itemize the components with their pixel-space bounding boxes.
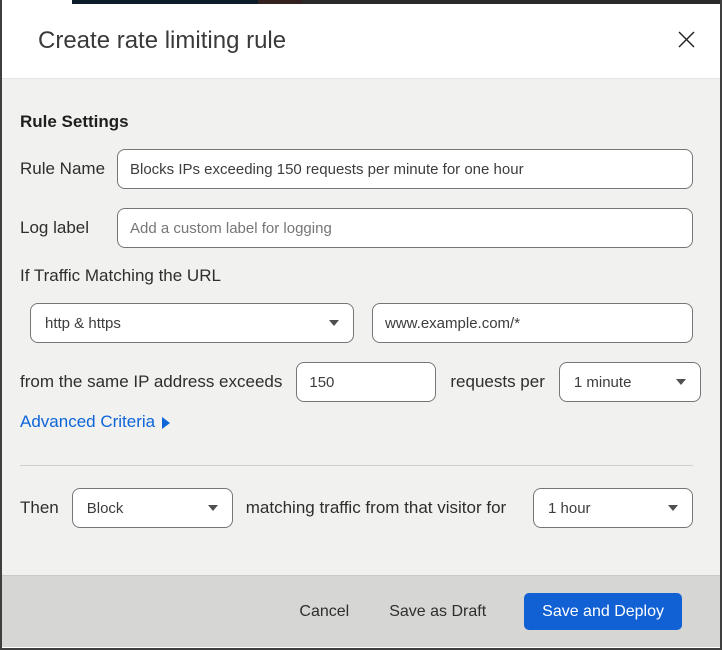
request-threshold-input[interactable]: [296, 362, 437, 402]
duration-select[interactable]: 1 hour: [533, 488, 693, 528]
page-title: Create rate limiting rule: [38, 27, 287, 54]
background-sliver-navy: [72, 0, 258, 4]
create-rate-limiting-rule-modal: Create rate limiting rule Rule Settings …: [0, 0, 722, 650]
threshold-text-after: requests per: [450, 372, 545, 391]
action-row: Then Block matching traffic from that vi…: [20, 488, 693, 528]
threshold-row: from the same IP address exceeds request…: [20, 362, 701, 402]
rule-name-label: Rule Name: [20, 159, 106, 178]
close-icon: [677, 30, 696, 52]
rule-name-row: Rule Name: [20, 149, 693, 189]
threshold-text-before: from the same IP address exceeds: [20, 372, 283, 391]
traffic-match-intro: If Traffic Matching the URL: [20, 266, 221, 285]
background-sliver-maroon: [258, 0, 302, 4]
triangle-right-icon: [162, 417, 171, 429]
period-select[interactable]: 1 minute: [558, 362, 701, 402]
chevron-down-icon: [668, 505, 678, 511]
cancel-button[interactable]: Cancel: [285, 595, 363, 629]
duration-select-value: 1 hour: [548, 499, 591, 517]
chevron-down-icon: [329, 320, 339, 326]
chevron-down-icon: [207, 505, 218, 511]
period-select-value: 1 minute: [573, 373, 632, 391]
log-label-label: Log label: [20, 218, 90, 237]
modal-footer: Cancel Save as Draft Save and Deploy: [2, 575, 720, 647]
save-and-deploy-button[interactable]: Save and Deploy: [524, 593, 682, 630]
log-label-row: Log label: [20, 208, 693, 248]
chevron-down-icon: [675, 379, 686, 385]
action-middle-text: matching traffic from that visitor for: [245, 498, 507, 517]
action-select-value: Block: [86, 499, 124, 517]
background-sliver-charcoal: [302, 0, 720, 4]
close-button[interactable]: [673, 26, 700, 56]
action-select[interactable]: Block: [71, 488, 233, 528]
rule-settings-heading: Rule Settings: [20, 112, 129, 131]
advanced-criteria-link[interactable]: Advanced Criteria: [20, 412, 171, 432]
url-pattern-input[interactable]: [372, 303, 693, 343]
then-label: Then: [20, 498, 59, 517]
advanced-criteria-label: Advanced Criteria: [20, 412, 156, 431]
modal-header: Create rate limiting rule: [2, 4, 720, 79]
modal-body: Rule Settings Rule Name Log label If Tra…: [2, 79, 720, 575]
rule-name-input[interactable]: [117, 149, 693, 189]
background-sliver-white: [2, 0, 72, 4]
divider: [20, 465, 693, 466]
scheme-select[interactable]: http & https: [30, 303, 354, 343]
log-label-input[interactable]: [117, 208, 693, 248]
save-as-draft-button[interactable]: Save as Draft: [375, 595, 500, 629]
traffic-match-row: http & https: [30, 303, 693, 343]
background-page-sliver: [2, 0, 720, 4]
scheme-select-value: http & https: [45, 314, 121, 332]
